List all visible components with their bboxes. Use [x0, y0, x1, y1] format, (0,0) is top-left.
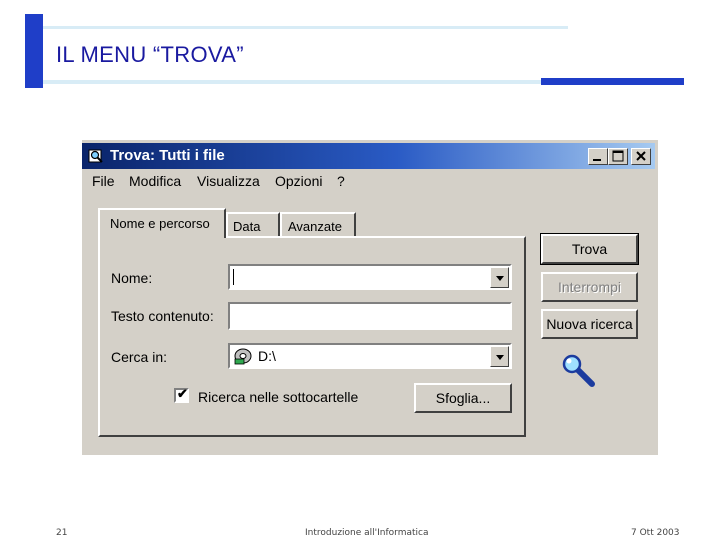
look-in-combobox[interactable]: D:\ [228, 343, 512, 369]
subfolders-checkbox[interactable]: ✔ [174, 386, 189, 403]
tab-avanzate[interactable]: Avanzate [280, 212, 356, 238]
browse-button[interactable]: Sfoglia... [414, 383, 512, 413]
menu-help[interactable]: ? [337, 173, 345, 189]
minimize-icon [593, 159, 601, 161]
text-contained-label: Testo contenuto: [111, 308, 214, 324]
find-button[interactable]: Trova [540, 233, 639, 265]
slide-title: IL MENU “TROVA” [56, 42, 244, 67]
close-button[interactable] [631, 148, 651, 165]
window-title: Trova: Tutti i file [110, 147, 225, 164]
title-bar[interactable]: Trova: Tutti i file [82, 143, 655, 169]
look-in-value: D:\ [258, 348, 276, 364]
tab-data[interactable]: Data [226, 212, 280, 238]
maximize-icon [612, 150, 624, 162]
tab-nome-percorso[interactable]: Nome e percorso [98, 208, 226, 238]
stop-button[interactable]: Interrompi [541, 272, 638, 302]
chevron-down-icon [496, 355, 504, 360]
menu-visualizza[interactable]: Visualizza [197, 173, 260, 189]
slide-accent-bar [25, 14, 43, 88]
slide-bottom-rule [43, 80, 541, 84]
menu-bar: File Modifica Visualizza Opzioni ? [82, 171, 655, 193]
footer-course: Introduzione all'Informatica [305, 528, 429, 538]
find-window: Trova: Tutti i file File Modifica Visual… [78, 140, 658, 455]
footer-date: 7 Ott 2003 [631, 528, 680, 538]
menu-modifica[interactable]: Modifica [129, 173, 181, 189]
close-icon [636, 151, 646, 161]
name-combobox[interactable] [228, 264, 512, 290]
search-window-icon [88, 149, 103, 163]
checkmark-icon: ✔ [177, 386, 188, 401]
maximize-button[interactable] [608, 148, 628, 165]
name-label: Nome: [111, 270, 153, 286]
menu-file[interactable]: File [92, 173, 115, 189]
magnifier-icon [562, 354, 595, 387]
name-dropdown-button[interactable] [490, 267, 509, 288]
menu-opzioni[interactable]: Opzioni [275, 173, 322, 189]
subfolders-label[interactable]: Ricerca nelle sottocartelle [198, 389, 358, 405]
slide-number: 21 [56, 528, 68, 538]
chevron-down-icon [496, 276, 504, 281]
drive-icon [234, 348, 252, 365]
minimize-button[interactable] [588, 148, 608, 165]
look-in-dropdown-button[interactable] [490, 346, 509, 367]
new-search-button[interactable]: Nuova ricerca [541, 309, 638, 339]
slide-top-rule [43, 26, 568, 29]
look-in-label: Cerca in: [111, 349, 168, 365]
text-contained-input[interactable] [228, 302, 512, 330]
slide-accent-block [541, 78, 684, 85]
